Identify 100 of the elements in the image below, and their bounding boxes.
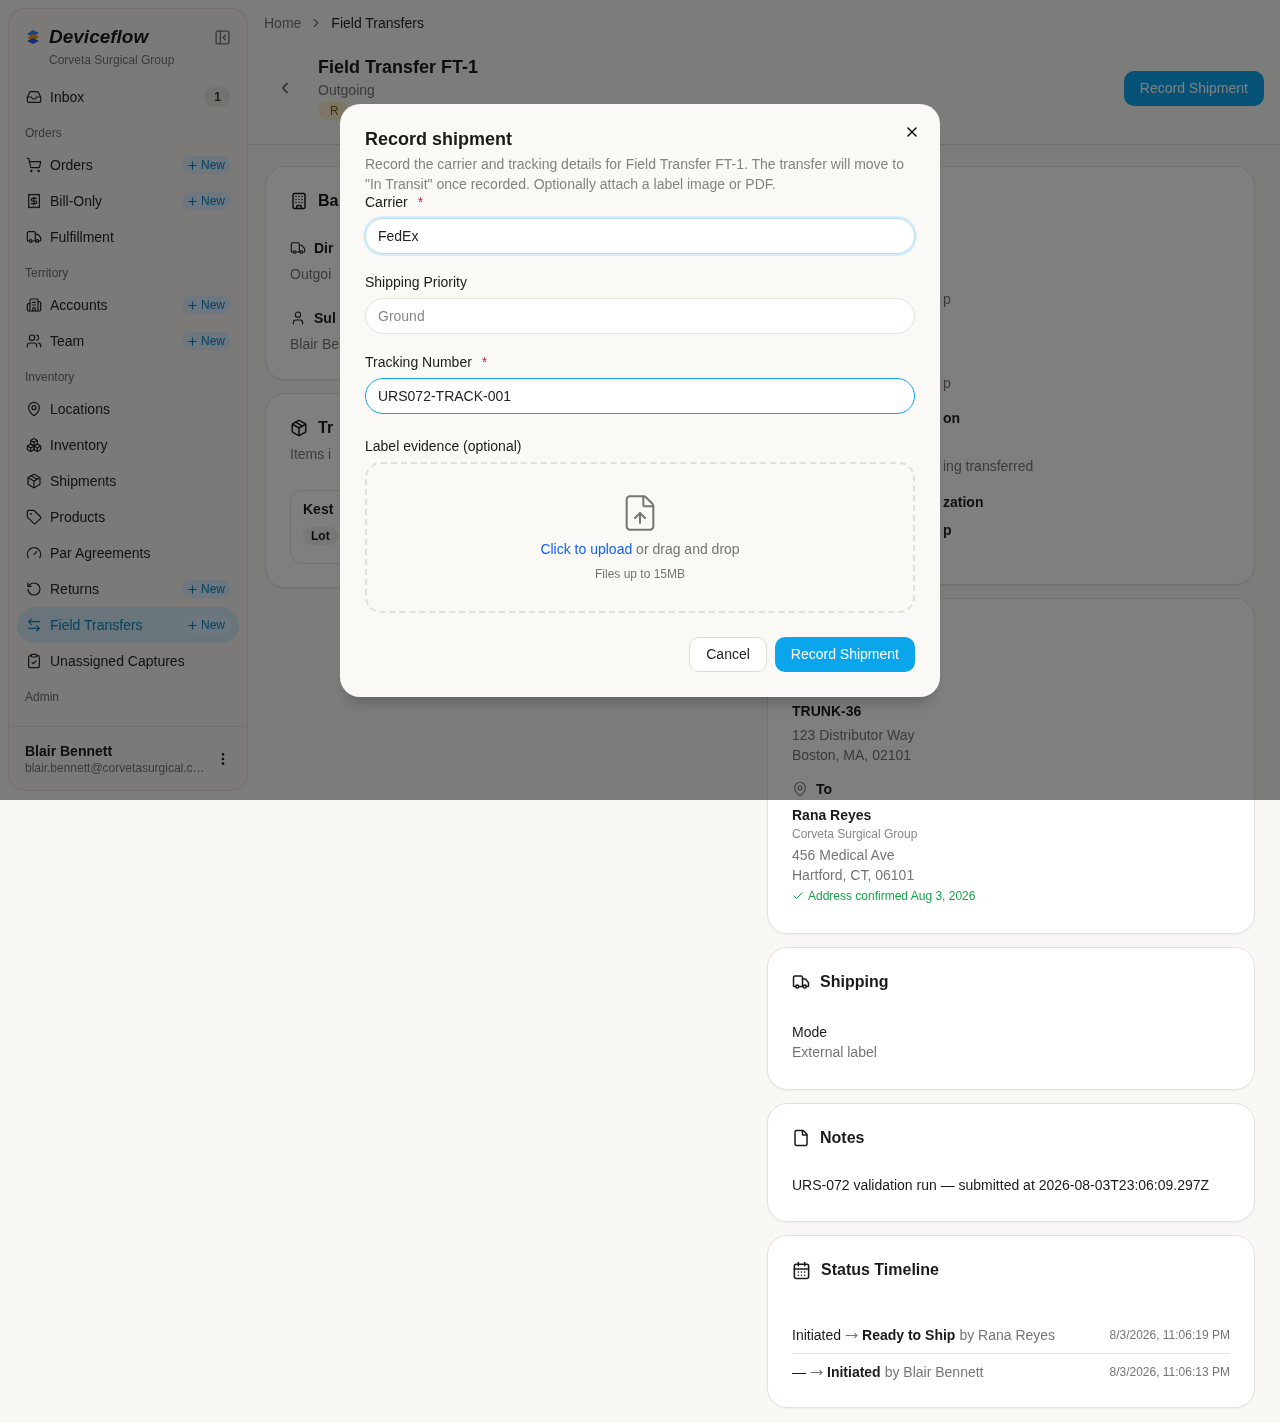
- breadcrumb-link[interactable]: Home: [264, 15, 302, 31]
- field-label: To: [816, 781, 833, 797]
- plus-icon: [186, 334, 199, 348]
- upload-link[interactable]: Click to upload: [540, 541, 633, 557]
- new-button[interactable]: New: [182, 616, 231, 634]
- address-line: 456 Medical Ave: [792, 846, 895, 865]
- plus-icon: [186, 618, 199, 632]
- map-pin-icon: [26, 401, 42, 417]
- user-icon: [290, 310, 306, 326]
- origin-name: TRUNK-36: [792, 702, 863, 721]
- package-icon: [290, 419, 308, 437]
- nav-item[interactable]: Shipments: [17, 463, 239, 499]
- nav-item[interactable]: Par Agreements: [17, 535, 239, 571]
- brand-name: Deviceflow: [49, 26, 150, 48]
- section-heading: Territory: [24, 265, 70, 282]
- users-icon: [26, 333, 42, 349]
- building-icon: [290, 192, 308, 210]
- field-label: Label evidence (optional): [365, 437, 522, 454]
- organization-name: Corveta Surgical Group: [49, 53, 176, 67]
- new-button[interactable]: New: [182, 156, 231, 174]
- nav-item[interactable]: Field Transfers New: [17, 607, 239, 643]
- nav-item[interactable]: Inbox 1: [17, 79, 239, 115]
- card-title: Tr: [318, 419, 334, 437]
- nav-item[interactable]: Accounts New: [17, 287, 239, 323]
- plus-icon: [186, 158, 199, 172]
- status-author: by Blair Bennett: [884, 1364, 984, 1380]
- section-heading: Inventory: [24, 369, 76, 386]
- field-label: Dir: [314, 240, 334, 256]
- logo-icon: [25, 29, 41, 45]
- document-icon: [792, 1129, 810, 1147]
- package-icon: [26, 473, 42, 489]
- timestamp: 8/3/2026, 11:06:19 PM: [1109, 1328, 1230, 1342]
- input-field[interactable]: Ground: [365, 297, 915, 334]
- user-name: Blair Bennett: [25, 742, 114, 759]
- field-text: p: [943, 290, 951, 309]
- record-shipment-button[interactable]: Record Shipment: [774, 636, 915, 672]
- dialog-description: Record the carrier and tracking details for Field Transfer FT-1. The transfer will move to "In Transit" once recorded. Optionally attach a label image or PDF.: [365, 154, 905, 194]
- timestamp: 8/3/2026, 11:06:13 PM: [1109, 1365, 1230, 1379]
- nav-item[interactable]: Bill-Only New: [17, 183, 239, 219]
- nav-item[interactable]: Inventory: [17, 427, 239, 463]
- boxes-icon: [26, 437, 42, 453]
- clipboard-icon: [26, 653, 42, 669]
- field-label: Shipping Priority: [365, 273, 467, 290]
- check-icon: [792, 890, 804, 902]
- page-title: Field Transfer FT-1: [318, 56, 480, 78]
- cancel-button[interactable]: Cancel: [689, 636, 767, 672]
- map-pin-icon: [792, 781, 808, 797]
- new-button[interactable]: New: [182, 580, 231, 598]
- new-button[interactable]: New: [182, 192, 231, 210]
- nav-item[interactable]: Team New: [17, 323, 239, 359]
- status-author: by Rana Reyes: [959, 1327, 1056, 1343]
- input-field[interactable]: URS072-TRACK-001: [365, 377, 915, 414]
- dialog-title: Record shipment: [365, 127, 513, 150]
- recipient-name: Rana Reyes: [792, 806, 873, 825]
- user-email: blair.bennett@corvetasurgical.c…: [25, 760, 206, 775]
- field-text: on: [943, 409, 961, 428]
- upload-hint: Files up to 15MB: [594, 567, 685, 581]
- building-icon: [26, 297, 42, 313]
- nav-item[interactable]: Products: [17, 499, 239, 535]
- status-from: Initiated: [792, 1327, 842, 1343]
- nav-item[interactable]: Fulfillment: [17, 219, 239, 255]
- calendar-icon: [792, 1260, 811, 1280]
- field-value: Blair Be: [290, 335, 340, 354]
- plus-icon: [186, 298, 199, 312]
- truck-icon: [26, 229, 42, 245]
- plus-icon: [186, 194, 199, 208]
- card-title: Ba: [318, 192, 339, 210]
- input-field[interactable]: FedEx: [365, 217, 915, 254]
- new-button[interactable]: New: [182, 296, 231, 314]
- cart-icon: [26, 157, 42, 173]
- section-heading: Orders: [24, 125, 63, 142]
- upload-instructions: Click to upload or drag and drop: [540, 541, 740, 557]
- inbox-icon: [26, 89, 42, 105]
- tag-icon: [26, 509, 42, 525]
- card-title: Notes: [820, 1129, 865, 1147]
- nav-item[interactable]: Returns New: [17, 571, 239, 607]
- recipient-organization: Corveta Surgical Group: [792, 826, 919, 843]
- field-text: p: [943, 521, 952, 540]
- field-text: p: [943, 374, 951, 393]
- page-subtitle: Outgoing: [318, 81, 376, 98]
- rotate-icon: [26, 581, 42, 597]
- field-label: Tracking Number: [365, 353, 472, 370]
- address-confirmation: Address confirmed Aug 3, 2026: [808, 889, 976, 903]
- address-line: Hartford, CT, 06101: [792, 866, 915, 885]
- card-title: Status Timeline: [821, 1261, 939, 1279]
- lot-badge: Lot: [303, 527, 338, 545]
- required-mark: *: [417, 193, 424, 210]
- nav-item[interactable]: Orders New: [17, 147, 239, 183]
- field-value: External label: [792, 1043, 877, 1062]
- nav-item[interactable]: Unassigned Captures: [17, 643, 239, 679]
- receipt-icon: [26, 193, 42, 209]
- upload-dropzone[interactable]: Click to upload or drag and drop Files up to 15MB: [365, 461, 915, 613]
- section-heading: Admin: [24, 689, 60, 706]
- truck-icon: [290, 240, 306, 256]
- new-button[interactable]: New: [182, 332, 231, 350]
- collapse-sidebar-icon[interactable]: [214, 28, 231, 46]
- required-mark: *: [481, 353, 488, 370]
- nav-item[interactable]: Locations: [17, 391, 239, 427]
- card-subtitle: Items i: [290, 445, 332, 464]
- count-badge: 1: [204, 87, 231, 107]
